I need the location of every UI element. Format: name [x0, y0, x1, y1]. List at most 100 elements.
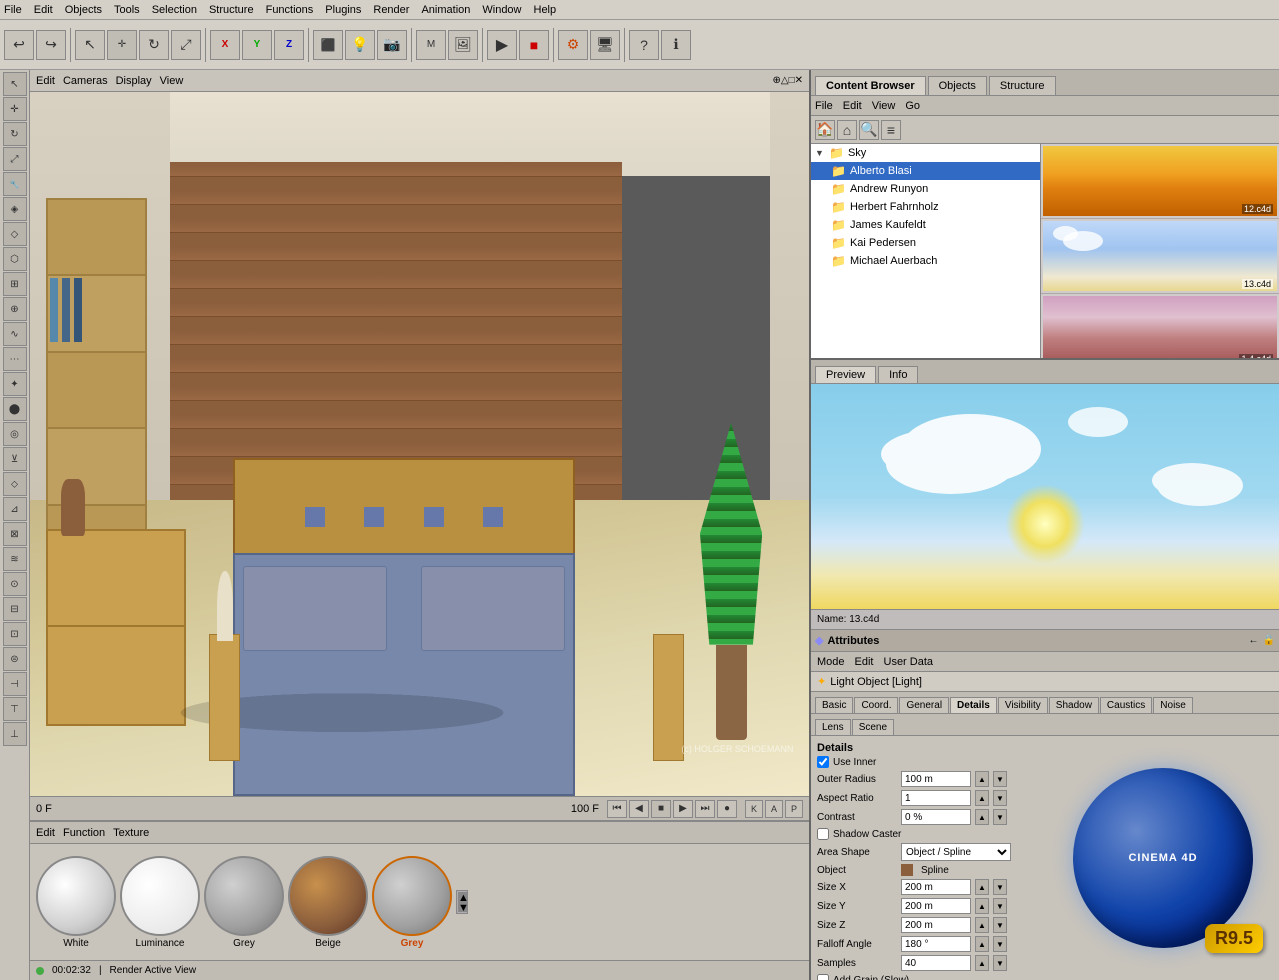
left-t15[interactable]: ⊠: [3, 522, 27, 546]
falloff-angle-input[interactable]: [901, 936, 971, 952]
mat-texture[interactable]: Texture: [113, 827, 149, 839]
stop-btn[interactable]: ■: [651, 800, 671, 818]
move-tool[interactable]: ✛: [107, 30, 137, 60]
add-light[interactable]: 💡: [345, 30, 375, 60]
left-t11[interactable]: ◎: [3, 422, 27, 446]
anim-btn3[interactable]: P: [785, 800, 803, 818]
material-grey[interactable]: Grey: [204, 856, 284, 949]
add-grain-checkbox[interactable]: [817, 974, 829, 980]
menu-tools[interactable]: Tools: [114, 4, 140, 16]
cb-view-toggle[interactable]: ≡: [881, 120, 901, 140]
vp-view[interactable]: View: [160, 75, 184, 87]
rotate-tool[interactable]: ↻: [139, 30, 169, 60]
help-btn[interactable]: ?: [629, 30, 659, 60]
left-t20[interactable]: ⊜: [3, 647, 27, 671]
contrast-spin-down[interactable]: ▼: [993, 809, 1007, 825]
left-t7[interactable]: ∿: [3, 322, 27, 346]
vp-display[interactable]: Display: [116, 75, 152, 87]
tree-sky[interactable]: ▼ 📁 Sky: [811, 144, 1040, 162]
material-luminance[interactable]: Luminance: [120, 856, 200, 949]
shadow-caster-checkbox[interactable]: [817, 828, 829, 840]
outer-radius-spin-up[interactable]: ▲: [975, 771, 989, 787]
left-t8[interactable]: ⋯: [3, 347, 27, 371]
mat-scroll-up[interactable]: ▲: [458, 892, 468, 902]
samples-spin-down[interactable]: ▼: [993, 955, 1007, 971]
menu-objects[interactable]: Objects: [65, 4, 102, 16]
falloff-angle-spin-down[interactable]: ▼: [993, 936, 1007, 952]
menu-selection[interactable]: Selection: [152, 4, 197, 16]
tree-herbert[interactable]: 📁 Herbert Fahrnholz: [811, 198, 1040, 216]
size-z-spin-up[interactable]: ▲: [975, 917, 989, 933]
next-frame[interactable]: ⏭: [695, 800, 715, 818]
size-z-input[interactable]: [901, 917, 971, 933]
tab-general[interactable]: General: [899, 697, 949, 713]
texture-btn[interactable]: 🖼: [448, 30, 478, 60]
tab-info[interactable]: Info: [878, 366, 918, 383]
material-grey2[interactable]: Grey: [372, 856, 452, 949]
left-t10[interactable]: ⬤: [3, 397, 27, 421]
material-beige[interactable]: Beige: [288, 856, 368, 949]
contrast-input[interactable]: [901, 809, 971, 825]
aspect-ratio-spin-down[interactable]: ▼: [993, 790, 1007, 806]
left-rotate[interactable]: ↻: [3, 122, 27, 146]
tab-objects[interactable]: Objects: [928, 76, 987, 95]
tab-coord[interactable]: Coord.: [854, 697, 898, 713]
cb-edit[interactable]: Edit: [843, 100, 862, 112]
left-t3[interactable]: ◇: [3, 222, 27, 246]
cb-go[interactable]: Go: [905, 100, 920, 112]
menu-functions[interactable]: Functions: [266, 4, 314, 16]
menu-window[interactable]: Window: [482, 4, 521, 16]
mat-scroll-down[interactable]: ▼: [458, 902, 468, 912]
tab-lens[interactable]: Lens: [815, 719, 851, 735]
left-t17[interactable]: ⊙: [3, 572, 27, 596]
attr-edit[interactable]: Edit: [855, 656, 874, 668]
size-y-spin-down[interactable]: ▼: [993, 898, 1007, 914]
play-btn[interactable]: ▶: [487, 30, 517, 60]
aspect-ratio-spin-up[interactable]: ▲: [975, 790, 989, 806]
tree-kai[interactable]: 📁 Kai Pedersen: [811, 234, 1040, 252]
left-t16[interactable]: ≋: [3, 547, 27, 571]
stop-btn[interactable]: ■: [519, 30, 549, 60]
menu-structure[interactable]: Structure: [209, 4, 254, 16]
play-forward[interactable]: ▶: [673, 800, 693, 818]
axis-x[interactable]: X: [210, 30, 240, 60]
size-y-spin-up[interactable]: ▲: [975, 898, 989, 914]
viewport[interactable]: (c) HOLGER SCHOEMANN: [30, 92, 809, 796]
left-t5[interactable]: ⊞: [3, 272, 27, 296]
left-move[interactable]: ✛: [3, 97, 27, 121]
vp-edit[interactable]: Edit: [36, 75, 55, 87]
add-camera[interactable]: 📷: [377, 30, 407, 60]
vp-cameras[interactable]: Cameras: [63, 75, 108, 87]
aspect-ratio-input[interactable]: [901, 790, 971, 806]
left-t22[interactable]: ⊤: [3, 697, 27, 721]
info-btn[interactable]: ℹ: [661, 30, 691, 60]
mat-edit[interactable]: Edit: [36, 827, 55, 839]
left-t19[interactable]: ⊡: [3, 622, 27, 646]
tab-scene[interactable]: Scene: [852, 719, 894, 735]
left-t12[interactable]: ⊻: [3, 447, 27, 471]
menu-edit[interactable]: Edit: [34, 4, 53, 16]
left-select[interactable]: ↖: [3, 72, 27, 96]
tab-caustics[interactable]: Caustics: [1100, 697, 1152, 713]
tree-james[interactable]: 📁 James Kaufeldt: [811, 216, 1040, 234]
anim-btn1[interactable]: K: [745, 800, 763, 818]
menu-animation[interactable]: Animation: [421, 4, 470, 16]
cb-back[interactable]: 🏠: [815, 120, 835, 140]
left-scale[interactable]: ⤢: [3, 147, 27, 171]
cb-file[interactable]: File: [815, 100, 833, 112]
tab-noise[interactable]: Noise: [1153, 697, 1193, 713]
mat-function[interactable]: Function: [63, 827, 105, 839]
menu-render[interactable]: Render: [373, 4, 409, 16]
menu-help[interactable]: Help: [534, 4, 557, 16]
size-x-input[interactable]: [901, 879, 971, 895]
undo-button[interactable]: ↩: [4, 30, 34, 60]
use-inner-checkbox[interactable]: [817, 756, 829, 768]
tree-alberto[interactable]: 📁 Alberto Blasi: [811, 162, 1040, 180]
samples-input[interactable]: [901, 955, 971, 971]
tab-visibility[interactable]: Visibility: [998, 697, 1048, 713]
thumb-12[interactable]: 12.c4d: [1041, 144, 1279, 219]
tab-shadow[interactable]: Shadow: [1049, 697, 1099, 713]
axis-y[interactable]: Y: [242, 30, 272, 60]
tree-michael[interactable]: 📁 Michael Auerbach: [811, 252, 1040, 270]
select-tool[interactable]: ↖: [75, 30, 105, 60]
